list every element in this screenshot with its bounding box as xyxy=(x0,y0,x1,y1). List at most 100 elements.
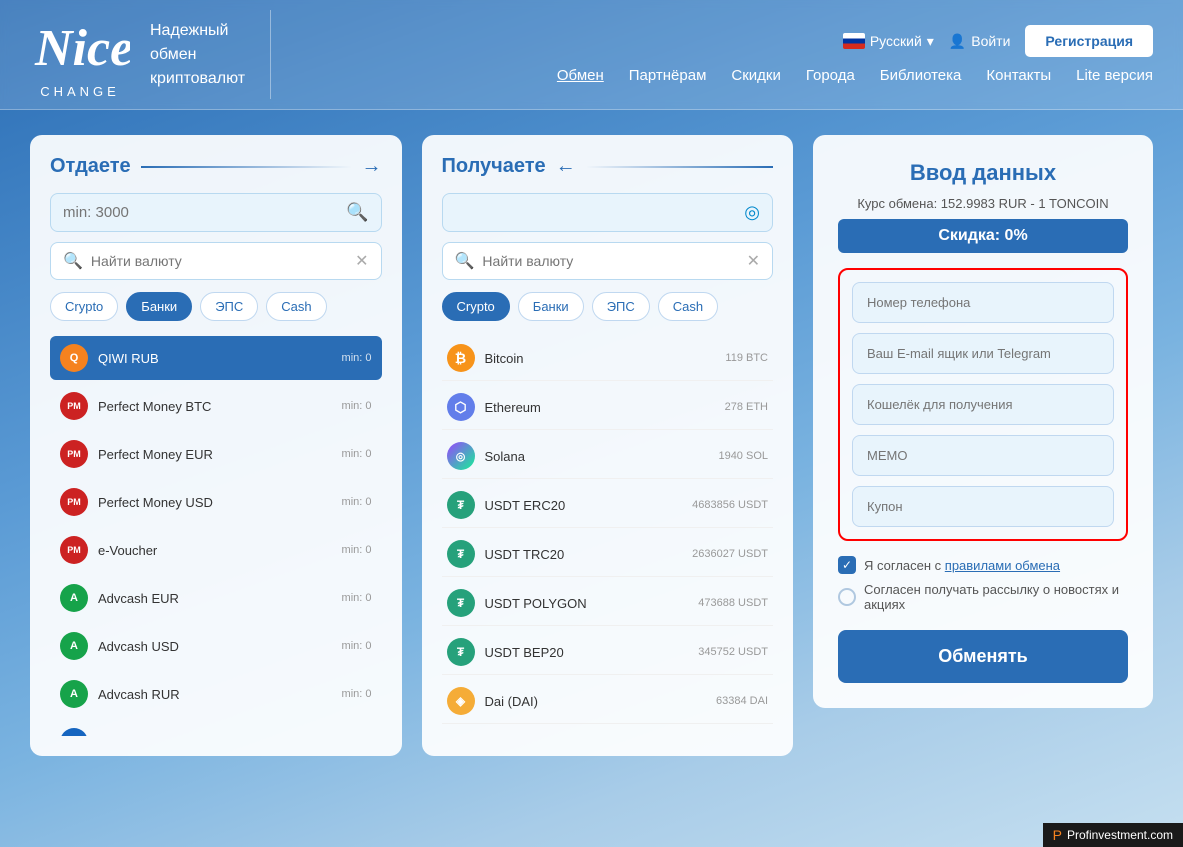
evoucher-icon: PM xyxy=(60,536,88,564)
receive-filter-crypto[interactable]: Crypto xyxy=(442,292,510,321)
give-currency-adv-eur[interactable]: A Advcash EUR min: 0 xyxy=(50,576,382,620)
give-search-input[interactable] xyxy=(91,253,355,269)
currency-min: min: 0 xyxy=(342,400,372,412)
svg-text:Nice: Nice xyxy=(34,20,130,77)
give-currency-pm-btc[interactable]: PM Perfect Money BTC min: 0 xyxy=(50,384,382,428)
pm-icon: PM xyxy=(60,488,88,516)
nav-discounts[interactable]: Скидки xyxy=(731,67,780,84)
btc-icon: ₿ xyxy=(447,344,475,372)
give-panel-header: Отдаете → xyxy=(50,155,382,178)
input-panel: Ввод данных Курс обмена: 152.9983 RUR - … xyxy=(813,135,1153,708)
submit-button[interactable]: Обменять xyxy=(838,630,1128,683)
nav-lite[interactable]: Lite версия xyxy=(1076,67,1153,84)
currency-name: Perfect Money BTC xyxy=(98,399,332,414)
main-content: Отдаете → 🔍 🔍 ✕ Crypto Банки ЭПС Cash Q … xyxy=(0,110,1183,781)
sol-icon: ◎ xyxy=(447,442,475,470)
currency-min: min: 0 xyxy=(342,544,372,556)
receive-filter-tabs: Crypto Банки ЭПС Cash xyxy=(442,292,774,321)
receive-currency-usdp[interactable]: ○ Pax Dollar (USDP) 313880 USDP xyxy=(442,728,774,736)
receive-currency-sol[interactable]: ◎ Solana 1940 SOL xyxy=(442,434,774,479)
exchange-rate: Курс обмена: 152.9983 RUR - 1 TONCOIN xyxy=(838,196,1128,211)
give-currency-payeer-usd[interactable]: P Payeer USD min: 0 xyxy=(50,720,382,736)
wallet-input[interactable] xyxy=(852,384,1114,425)
currency-min: min: 0 xyxy=(342,352,372,364)
receive-currency-usdt-polygon[interactable]: ₮ USDT POLYGON 473688 USDT xyxy=(442,581,774,626)
give-currency-qiwi[interactable]: Q QIWI RUB min: 0 xyxy=(50,336,382,380)
receive-currency-btc[interactable]: ₿ Bitcoin 119 BTC xyxy=(442,336,774,381)
give-filter-tabs: Crypto Банки ЭПС Cash xyxy=(50,292,382,321)
receive-divider xyxy=(586,166,773,168)
discount-badge: Скидка: 0% xyxy=(838,219,1128,253)
phone-input[interactable] xyxy=(852,282,1114,323)
currency-name: e-Voucher xyxy=(98,543,332,558)
register-button[interactable]: Регистрация xyxy=(1025,25,1153,57)
qiwi-icon: Q xyxy=(60,344,88,372)
receive-amount-wrapper[interactable]: ◎ xyxy=(442,193,774,232)
receive-filter-cash[interactable]: Cash xyxy=(658,292,718,321)
give-filter-eps[interactable]: ЭПС xyxy=(200,292,258,321)
search-orange-icon: 🔍 xyxy=(346,202,368,223)
language-button[interactable]: Русский ▾ xyxy=(843,33,934,50)
logo-area: Nice CHANGE Надежныйобменкриптовалют xyxy=(30,10,271,99)
nav-exchange[interactable]: Обмен xyxy=(557,67,604,84)
nav-partners[interactable]: Партнёрам xyxy=(629,67,707,84)
agree-checkbox[interactable]: ✓ xyxy=(838,556,856,574)
nav-contacts[interactable]: Контакты xyxy=(986,67,1051,84)
receive-currency-usdt-trc20[interactable]: ₮ USDT TRC20 2636027 USDT xyxy=(442,532,774,577)
receive-filter-eps[interactable]: ЭПС xyxy=(592,292,650,321)
logo-text: Nice xyxy=(30,10,130,89)
give-currency-pm-eur[interactable]: PM Perfect Money EUR min: 0 xyxy=(50,432,382,476)
give-filter-crypto[interactable]: Crypto xyxy=(50,292,118,321)
receive-search-wrapper[interactable]: 🔍 ✕ xyxy=(442,242,774,280)
receive-currency-eth[interactable]: ⬡ Ethereum 278 ETH xyxy=(442,385,774,430)
receive-panel-header: Получаете ← xyxy=(442,155,774,178)
receive-currency-usdt-bep20[interactable]: ₮ USDT BEP20 345752 USDT xyxy=(442,630,774,675)
newsletter-checkbox[interactable] xyxy=(838,588,856,606)
currency-name: Payeer USD xyxy=(98,735,332,737)
email-input[interactable] xyxy=(852,333,1114,374)
adv-icon: A xyxy=(60,584,88,612)
newsletter-label: Согласен получать рассылку о новостях и … xyxy=(864,582,1128,612)
login-button[interactable]: 👤 Войти xyxy=(949,33,1011,50)
give-currency-adv-usd[interactable]: A Advcash USD min: 0 xyxy=(50,624,382,668)
give-panel: Отдаете → 🔍 🔍 ✕ Crypto Банки ЭПС Cash Q … xyxy=(30,135,402,756)
watermark-icon: P xyxy=(1053,827,1062,843)
usdt-polygon-icon: ₮ xyxy=(447,589,475,617)
newsletter-row: Согласен получать рассылку о новостях и … xyxy=(838,582,1128,612)
nav-cities[interactable]: Города xyxy=(806,67,855,84)
coupon-input[interactable] xyxy=(852,486,1114,527)
currency-min: min: 0 xyxy=(342,448,372,460)
give-currency-adv-rur[interactable]: A Advcash RUR min: 0 xyxy=(50,672,382,716)
receive-amount-input[interactable] xyxy=(455,204,745,221)
give-filter-banks[interactable]: Банки xyxy=(126,292,192,321)
dai-icon: ◈ xyxy=(447,687,475,715)
agree-link[interactable]: правилами обмена xyxy=(945,558,1060,573)
receive-search-input[interactable] xyxy=(482,253,746,269)
logo-change: CHANGE xyxy=(30,84,130,99)
eth-icon: ⬡ xyxy=(447,393,475,421)
receive-filter-banks[interactable]: Банки xyxy=(518,292,584,321)
give-amount-wrapper[interactable]: 🔍 xyxy=(50,193,382,232)
adv-icon: A xyxy=(60,632,88,660)
give-currency-pm-usd[interactable]: PM Perfect Money USD min: 0 xyxy=(50,480,382,524)
agree-label: Я согласен с правилами обмена xyxy=(864,558,1060,573)
usdt-bep20-icon: ₮ xyxy=(447,638,475,666)
nav-library[interactable]: Библиотека xyxy=(880,67,962,84)
clear-icon[interactable]: ✕ xyxy=(355,251,368,271)
receive-title: Получаете xyxy=(442,155,546,178)
currency-min: min: 0 xyxy=(342,592,372,604)
clear-icon[interactable]: ✕ xyxy=(747,251,760,271)
give-amount-input[interactable] xyxy=(63,204,346,221)
currency-name: Advcash RUR xyxy=(98,687,332,702)
chevron-down-icon: ▾ xyxy=(927,33,934,50)
receive-currency-usdt-erc20[interactable]: ₮ USDT ERC20 4683856 USDT xyxy=(442,483,774,528)
memo-input[interactable] xyxy=(852,435,1114,476)
currency-name: Perfect Money EUR xyxy=(98,447,332,462)
currency-min: min: 0 xyxy=(342,688,372,700)
give-filter-cash[interactable]: Cash xyxy=(266,292,326,321)
give-currency-evoucher[interactable]: PM e-Voucher min: 0 xyxy=(50,528,382,572)
receive-currency-dai[interactable]: ◈ Dai (DAI) 63384 DAI xyxy=(442,679,774,724)
give-search-wrapper[interactable]: 🔍 ✕ xyxy=(50,242,382,280)
form-fields xyxy=(838,268,1128,541)
tagline: Надежныйобменкриптовалют xyxy=(150,19,245,91)
